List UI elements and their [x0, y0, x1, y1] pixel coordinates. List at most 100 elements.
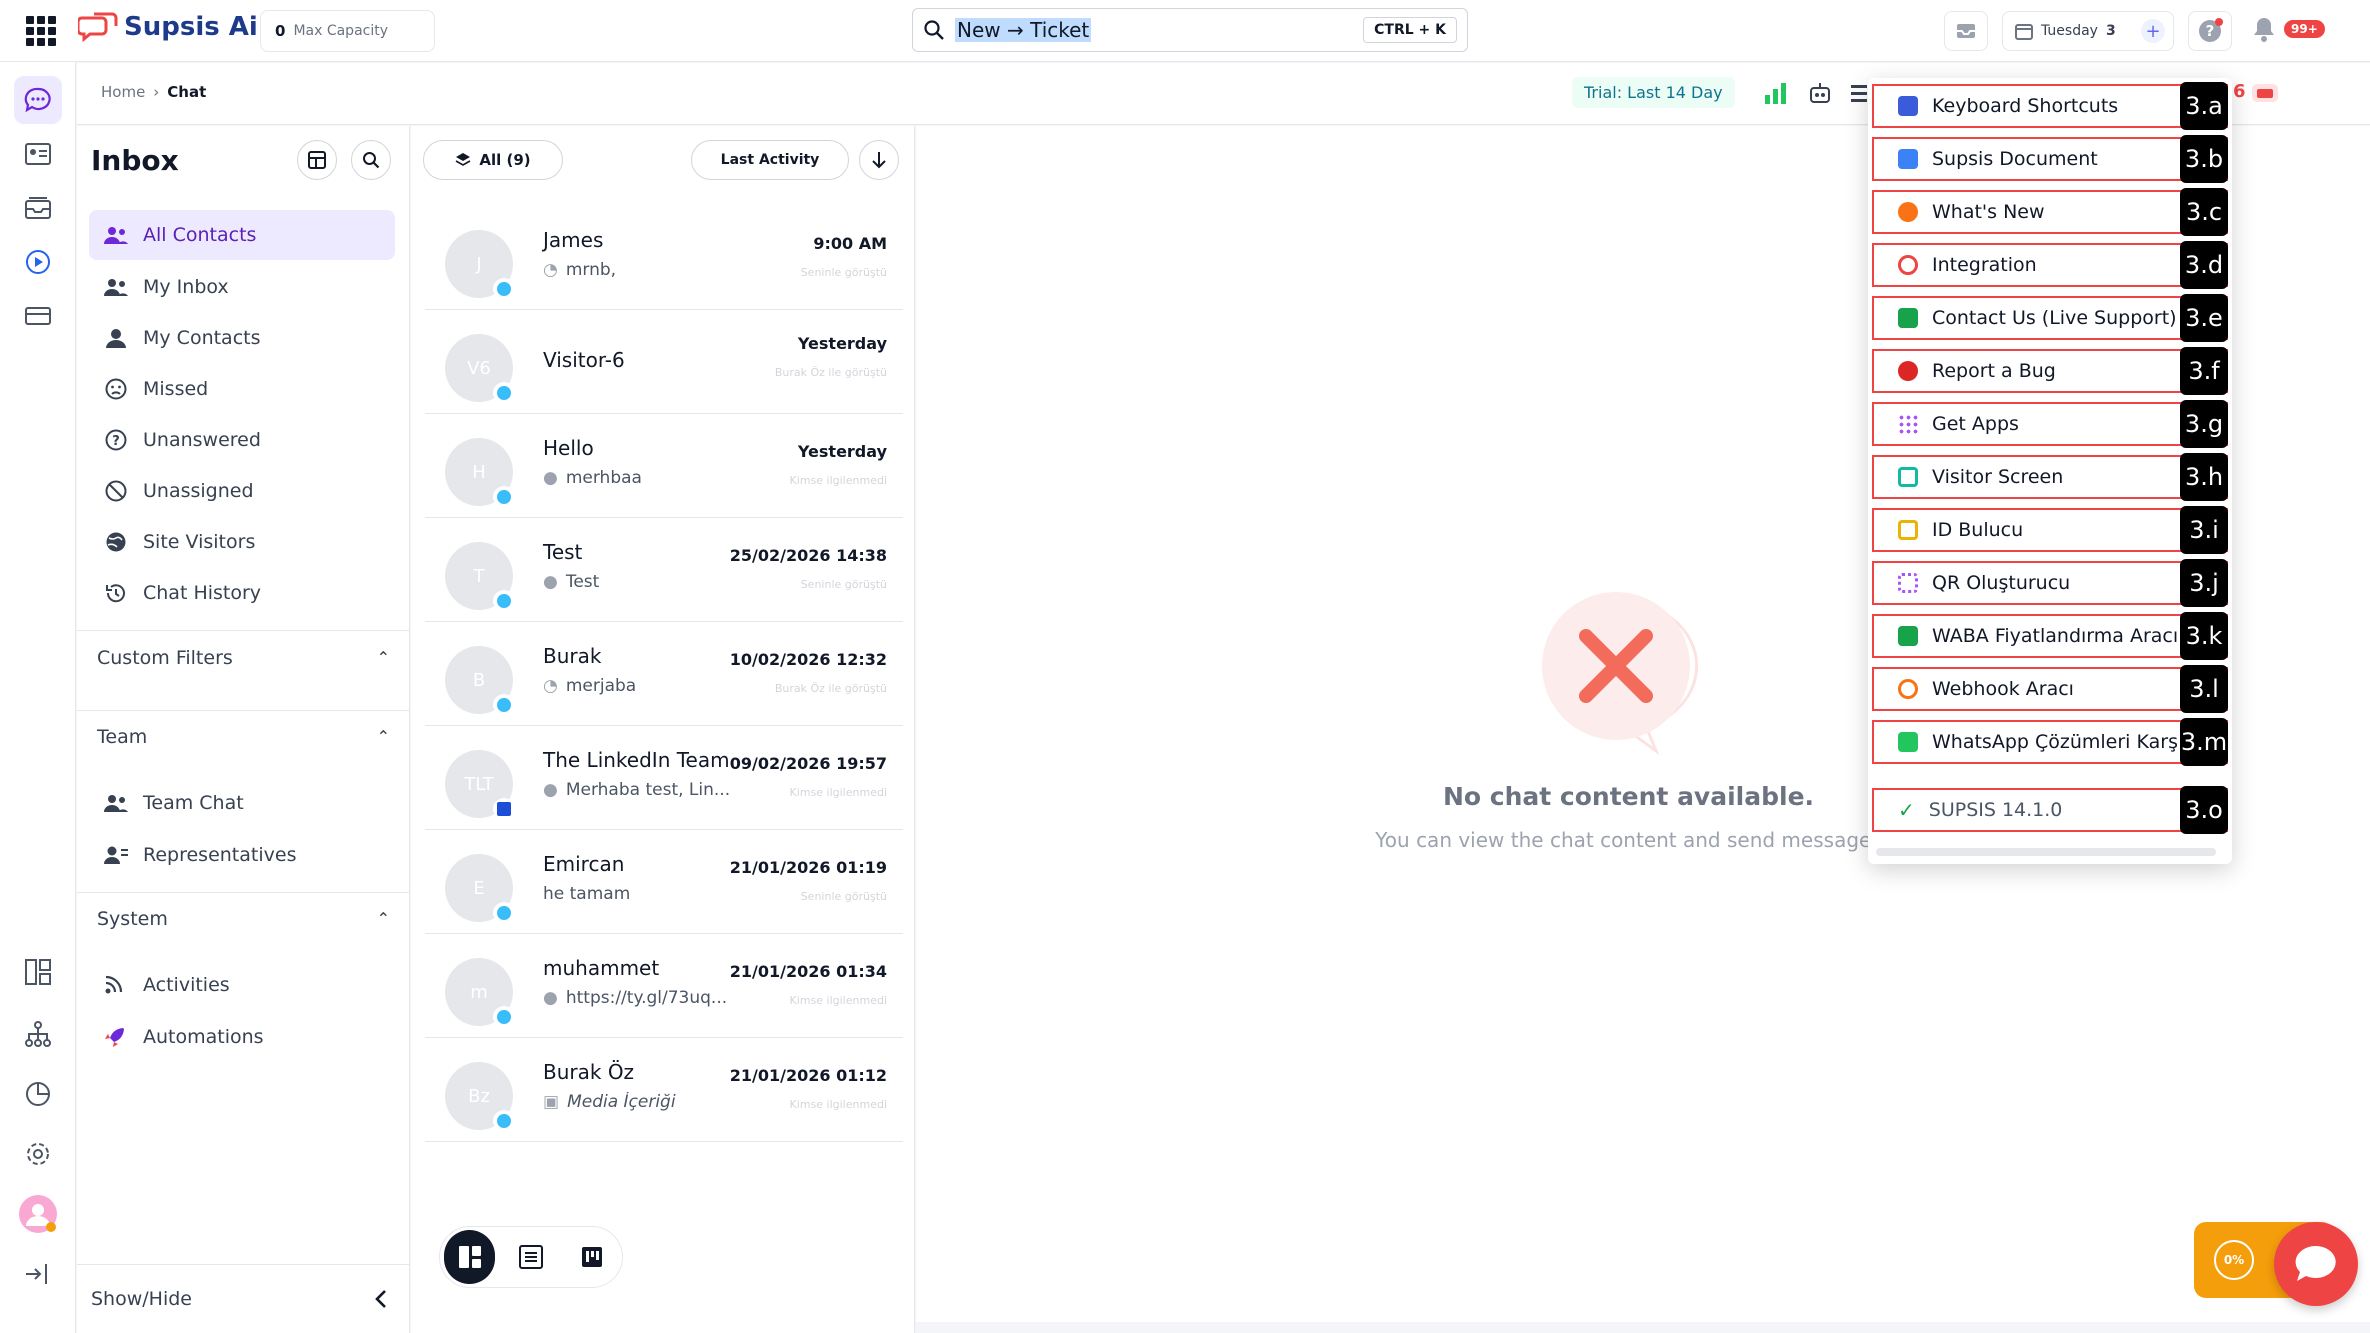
- breadcrumb-home[interactable]: Home: [101, 83, 145, 101]
- section-team[interactable]: Team ⌃: [77, 710, 410, 762]
- robot-icon[interactable]: [1807, 81, 1833, 107]
- conversation-item[interactable]: E Emircan 21/01/2026 01:19 he tamam Seni…: [425, 830, 903, 934]
- conversation-item[interactable]: V6 Visitor-6 Yesterday Burak Öz ile görü…: [425, 310, 903, 414]
- rail-play[interactable]: [14, 238, 62, 286]
- rail-inbox[interactable]: [14, 184, 62, 232]
- contact-name: muhammet: [543, 956, 660, 980]
- menu-item-tag: 3.h: [2180, 453, 2228, 501]
- menu-item-visitor-screen[interactable]: Visitor Screen 3.h: [1872, 453, 2228, 501]
- chat-widget-button[interactable]: [2274, 1222, 2358, 1306]
- menu-item-supsis-document[interactable]: Supsis Document 3.b: [1872, 135, 2228, 183]
- rail-chat[interactable]: [14, 76, 62, 124]
- rail-flow[interactable]: [14, 1010, 62, 1058]
- nav-unassigned[interactable]: Unassigned: [89, 466, 395, 516]
- rocket-icon: [105, 1028, 124, 1047]
- apps-grid-icon[interactable]: [26, 16, 56, 46]
- conversation-status: Seninle görüştü: [800, 578, 887, 591]
- avatar-initials: E: [473, 877, 485, 899]
- inbox-tray-button[interactable]: [1944, 11, 1988, 51]
- menu-item-get-apps[interactable]: Get Apps 3.g: [1872, 400, 2228, 448]
- inbox-search-button[interactable]: [351, 140, 391, 180]
- nav-missed[interactable]: Missed: [89, 364, 395, 414]
- conversation-time: Yesterday: [797, 442, 887, 461]
- menu-item-qr-olusturucu[interactable]: QR Oluşturucu 3.j: [1872, 559, 2228, 607]
- menu-item-waba-pricing[interactable]: WABA Fiyatlandırma Aracı 3.k: [1872, 612, 2228, 660]
- menu-item-keyboard-shortcuts[interactable]: Keyboard Shortcuts 3.a: [1872, 82, 2228, 130]
- inbox-sidebar: Inbox All Contacts My Inbox My Contacts …: [77, 126, 410, 1333]
- menu-item-contact-us[interactable]: Contact Us (Live Support) 3.e: [1872, 294, 2228, 342]
- rail-dashboard[interactable]: [14, 948, 62, 996]
- last-message: ● https://ty.gl/73uq...: [543, 988, 727, 1008]
- rail-collapse[interactable]: [14, 1250, 62, 1298]
- nav-automations[interactable]: Automations: [89, 1012, 395, 1062]
- menu-item-label: What's New: [1932, 201, 2045, 223]
- section-custom-filters[interactable]: Custom Filters ⌃: [77, 630, 410, 684]
- nav-my-contacts[interactable]: My Contacts: [89, 313, 395, 363]
- nav-team-chat[interactable]: Team Chat: [89, 778, 395, 828]
- conversation-status: Kimse ilgilenmedi: [789, 786, 887, 799]
- conversation-item[interactable]: TLT The LinkedIn Team 09/02/2026 19:57 ●…: [425, 726, 903, 830]
- rail-tickets[interactable]: [14, 292, 62, 340]
- search-input[interactable]: New → Ticket: [955, 18, 1092, 42]
- nav-unanswered[interactable]: ? Unanswered: [89, 415, 395, 465]
- conversation-time: 10/02/2026 12:32: [729, 650, 887, 669]
- nav-chat-history[interactable]: Chat History: [89, 568, 395, 618]
- red-card-icon[interactable]: [2250, 81, 2280, 105]
- brand-logo[interactable]: Supsis Ai: [78, 12, 258, 42]
- filter-all-button[interactable]: All (9): [423, 140, 563, 180]
- conversation-item[interactable]: T Test 25/02/2026 14:38 ● Test Seninle gö…: [425, 518, 903, 622]
- last-message: ▣ Media İçeriği: [543, 1092, 676, 1112]
- trial-badge[interactable]: Trial: Last 14 Day: [1572, 77, 1735, 108]
- menu-item-id-bulucu[interactable]: ID Bulucu 3.i: [1872, 506, 2228, 554]
- menu-item-integration[interactable]: Integration 3.d: [1872, 241, 2228, 289]
- max-capacity-box[interactable]: 0 Max Capacity: [260, 10, 435, 52]
- layout-toggle-button[interactable]: [297, 140, 337, 180]
- nav-site-visitors[interactable]: Site Visitors: [89, 517, 395, 567]
- date-value: 3: [2105, 23, 2116, 39]
- avatar: m: [445, 958, 515, 1028]
- globe-icon: [493, 590, 515, 612]
- view-kanban-button[interactable]: [567, 1230, 618, 1284]
- rail-reports[interactable]: [14, 1070, 62, 1118]
- conversation-item[interactable]: Bz Burak Öz 21/01/2026 01:12 ▣ Media İçer…: [425, 1038, 903, 1142]
- rail-contacts[interactable]: [14, 130, 62, 178]
- conversation-item[interactable]: J James 9:00 AM ◔ mrnb, Seninle görüştü: [425, 206, 903, 310]
- add-icon[interactable]: +: [2141, 19, 2165, 43]
- notifications[interactable]: 99+: [2252, 16, 2325, 42]
- search-bar[interactable]: New → Ticket CTRL + K: [912, 8, 1468, 52]
- view-list-button[interactable]: [505, 1230, 556, 1284]
- menu-item-webhook[interactable]: Webhook Aracı 3.l: [1872, 665, 2228, 713]
- nav-label: My Inbox: [143, 276, 229, 298]
- sort-direction-button[interactable]: [859, 140, 899, 180]
- menu-item-whats-new[interactable]: What's New 3.c: [1872, 188, 2228, 236]
- sort-select[interactable]: Last Activity: [691, 140, 849, 180]
- section-system[interactable]: System ⌃: [77, 892, 410, 944]
- user-icon: ●: [543, 988, 558, 1008]
- rail-avatar[interactable]: [14, 1190, 62, 1238]
- menu-scrollbar[interactable]: [1876, 848, 2216, 856]
- conversation-item[interactable]: H Hello Yesterday ● merhbaa Kimse ilgilen…: [425, 414, 903, 518]
- conversation-item[interactable]: m muhammet 21/01/2026 01:34 ● https://ty.…: [425, 934, 903, 1038]
- show-hide-toggle[interactable]: Show/Hide: [77, 1264, 410, 1332]
- channel-icon: [493, 694, 515, 716]
- nav-my-inbox[interactable]: My Inbox: [89, 262, 395, 312]
- view-split-button[interactable]: [444, 1230, 496, 1284]
- menu-item-version[interactable]: ✓ SUPSIS 14.1.0 3.o: [1872, 786, 2228, 834]
- collapse-icon: [26, 1264, 47, 1284]
- conversation-status: Kimse ilgilenmedi: [789, 474, 887, 487]
- nav-all-contacts[interactable]: All Contacts: [89, 210, 395, 260]
- nav-representatives[interactable]: Representatives: [89, 830, 395, 880]
- nav-label: Unassigned: [143, 480, 254, 502]
- help-button[interactable]: ?: [2188, 11, 2232, 51]
- nav-activities[interactable]: Activities: [89, 960, 395, 1010]
- menu-item-whatsapp-solutions[interactable]: WhatsApp Çözümleri Karşıl 3.m: [1872, 718, 2228, 766]
- kanban-icon: [582, 1247, 603, 1267]
- rail-settings[interactable]: [14, 1130, 62, 1178]
- message-icon: ◔: [543, 260, 558, 280]
- conversation-time: 09/02/2026 19:57: [729, 754, 887, 773]
- date-box[interactable]: Tuesday 3 +: [2002, 11, 2174, 51]
- signal-icon[interactable]: [1763, 81, 1789, 105]
- conversation-item[interactable]: B Burak 10/02/2026 12:32 ◔ merjaba Burak …: [425, 622, 903, 726]
- list-icon[interactable]: [1851, 83, 1867, 105]
- menu-item-report-bug[interactable]: Report a Bug 3.f: [1872, 347, 2228, 395]
